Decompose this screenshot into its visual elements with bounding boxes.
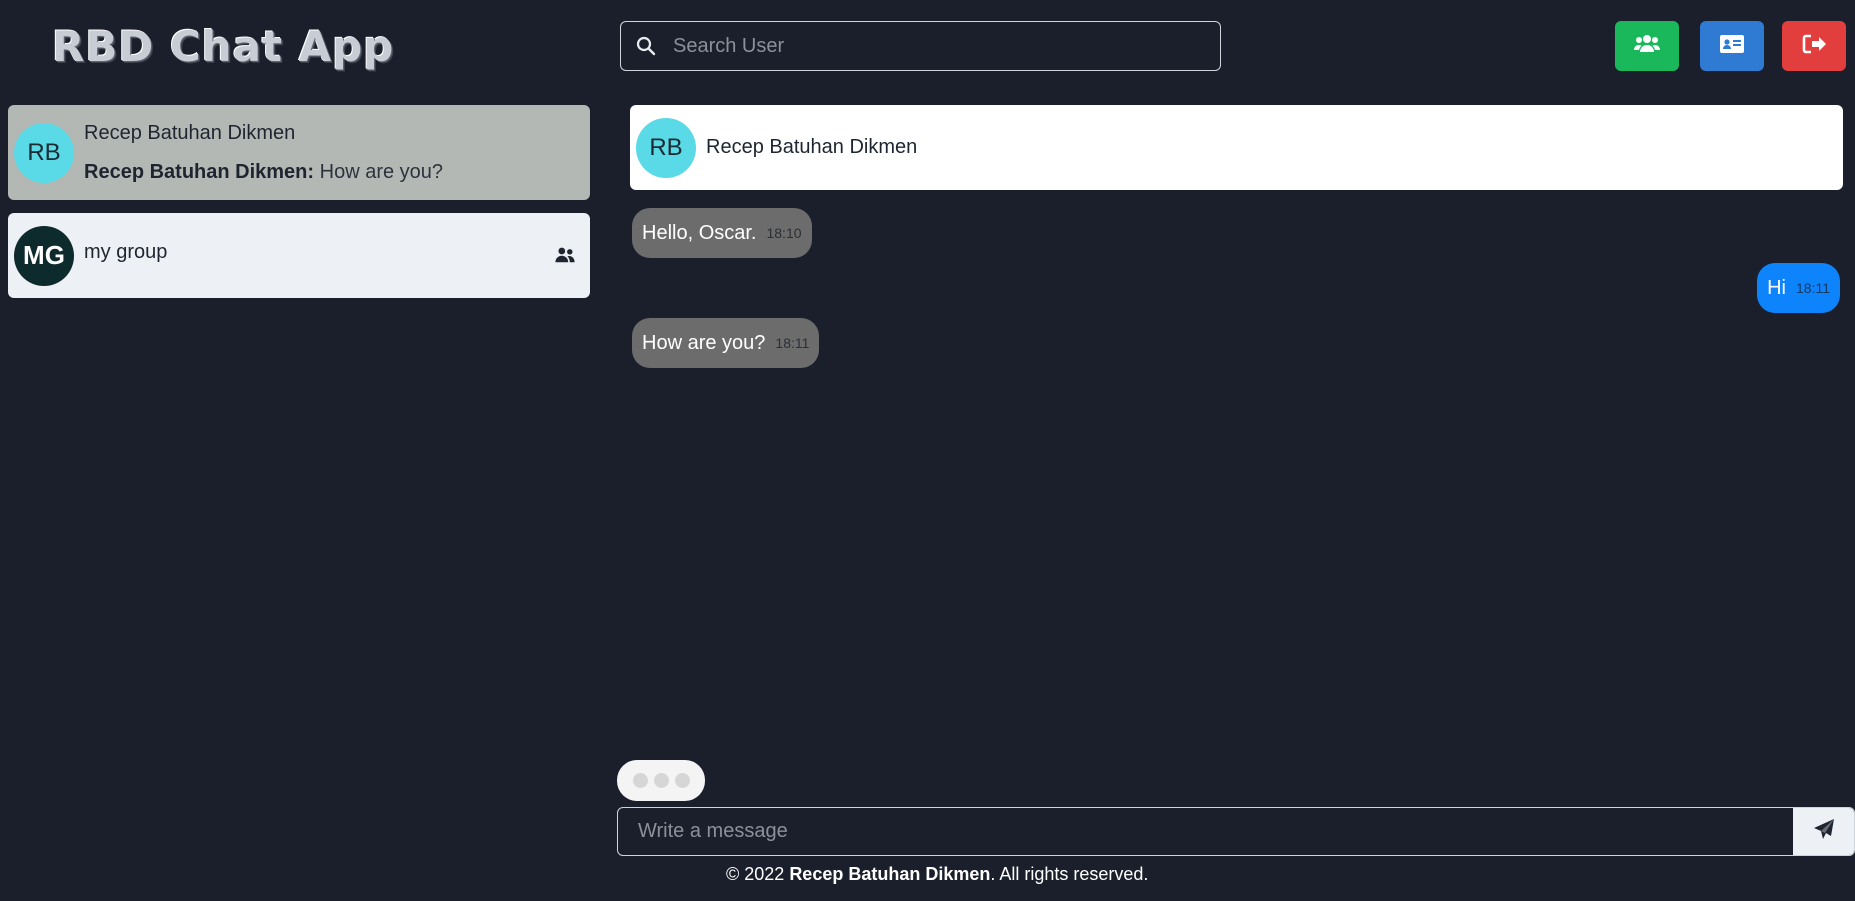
last-message: Recep Batuhan Dikmen: How are you?	[84, 161, 590, 184]
typing-dot	[674, 773, 690, 788]
typing-dot	[653, 773, 669, 788]
search-icon	[621, 22, 671, 70]
message-time: 18:10	[766, 225, 802, 241]
avatar: RB	[636, 117, 696, 178]
message-bubble: Hello, Oscar. 18:10	[632, 208, 812, 258]
chat-name: Recep Batuhan Dikmen	[84, 121, 296, 144]
message-text: How are you?	[642, 331, 766, 354]
message-bubble: How are you? 18:11	[632, 318, 820, 368]
typing-dot	[632, 773, 648, 788]
footer-prefix: © 2022	[726, 864, 790, 884]
app-logo: RBD Chat App	[52, 22, 395, 71]
id-card-icon	[1720, 34, 1744, 58]
message-bubble: Hi 18:11	[1757, 263, 1840, 313]
paper-plane-icon	[1813, 818, 1835, 845]
profile-button[interactable]	[1700, 21, 1764, 71]
footer-suffix: . All rights reserved.	[990, 864, 1149, 884]
chat-header: RB Recep Batuhan Dikmen	[630, 105, 1843, 190]
chat-name: my group	[84, 241, 168, 263]
message-text: Hello, Oscar.	[642, 221, 757, 244]
avatar: RB	[14, 122, 74, 183]
avatar: MG	[14, 225, 74, 286]
chat-app: RBD Chat App RB Recep Batuhan Dikmen Rec…	[0, 0, 1855, 901]
sign-out-icon	[1802, 34, 1826, 59]
typing-indicator	[617, 760, 705, 801]
message-time: 18:11	[775, 335, 810, 351]
logout-button[interactable]	[1782, 21, 1846, 71]
message-composer	[617, 807, 1855, 856]
users-icon	[1634, 34, 1660, 59]
chat-list-item-recep[interactable]: RB Recep Batuhan Dikmen Recep Batuhan Di…	[8, 105, 590, 200]
footer: © 2022 Recep Batuhan Dikmen. All rights …	[726, 864, 1148, 885]
message-time: 18:11	[1796, 280, 1830, 296]
search-input[interactable]	[671, 22, 1220, 70]
message-text: Hi	[1767, 276, 1786, 299]
last-message-text: How are you?	[319, 160, 444, 183]
footer-author: Recep Batuhan Dikmen	[789, 864, 991, 884]
send-button[interactable]	[1793, 808, 1854, 855]
chat-title: Recep Batuhan Dikmen	[706, 136, 918, 158]
chat-list-item-my-group[interactable]: MG my group	[8, 213, 590, 298]
search-box[interactable]	[620, 21, 1221, 71]
groups-button[interactable]	[1615, 21, 1679, 71]
message-input[interactable]	[618, 808, 1793, 855]
last-message-sender: Recep Batuhan Dikmen:	[84, 160, 315, 183]
users-icon	[554, 247, 576, 268]
